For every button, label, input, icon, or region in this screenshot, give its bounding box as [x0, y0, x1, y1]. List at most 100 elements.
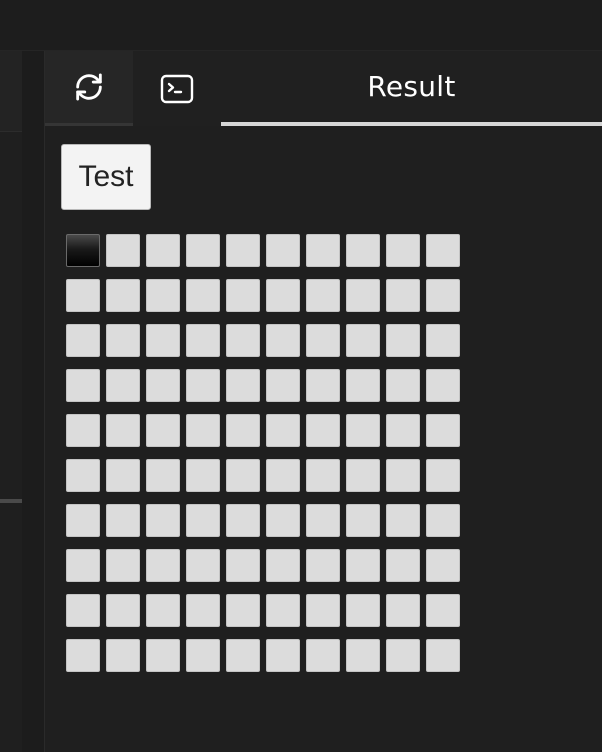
- grid-cell[interactable]: [306, 324, 340, 357]
- grid-cell[interactable]: [186, 459, 220, 492]
- grid-cell[interactable]: [106, 369, 140, 402]
- grid-cell[interactable]: [266, 369, 300, 402]
- grid-cell[interactable]: [66, 459, 100, 492]
- grid-cell[interactable]: [146, 279, 180, 312]
- grid-cell[interactable]: [426, 369, 460, 402]
- grid-cell[interactable]: [386, 504, 420, 537]
- grid-cell[interactable]: [306, 414, 340, 447]
- grid-cell[interactable]: [186, 504, 220, 537]
- grid-cell[interactable]: [306, 594, 340, 627]
- test-button[interactable]: Test: [61, 144, 151, 210]
- grid-cell[interactable]: [66, 324, 100, 357]
- grid-cell[interactable]: [106, 549, 140, 582]
- grid-cell[interactable]: [306, 639, 340, 672]
- grid-cell[interactable]: [426, 639, 460, 672]
- grid-cell[interactable]: [426, 279, 460, 312]
- grid-cell[interactable]: [66, 549, 100, 582]
- grid-cell[interactable]: [266, 459, 300, 492]
- grid-cell[interactable]: [226, 279, 260, 312]
- console-button[interactable]: [133, 51, 221, 126]
- grid-cell[interactable]: [66, 504, 100, 537]
- grid-cell[interactable]: [346, 414, 380, 447]
- grid-cell[interactable]: [146, 324, 180, 357]
- grid-cell[interactable]: [306, 504, 340, 537]
- grid-cell[interactable]: [426, 594, 460, 627]
- grid-cell[interactable]: [266, 504, 300, 537]
- grid-cell[interactable]: [226, 549, 260, 582]
- grid-cell[interactable]: [346, 324, 380, 357]
- grid-cell[interactable]: [426, 504, 460, 537]
- grid-cell[interactable]: [106, 324, 140, 357]
- grid-cell[interactable]: [266, 639, 300, 672]
- grid-cell[interactable]: [346, 279, 380, 312]
- grid-cell[interactable]: [66, 639, 100, 672]
- grid-cell[interactable]: [146, 504, 180, 537]
- grid-cell[interactable]: [346, 459, 380, 492]
- grid-cell[interactable]: [106, 234, 140, 267]
- grid-cell[interactable]: [266, 594, 300, 627]
- grid-cell[interactable]: [386, 414, 420, 447]
- grid-cell[interactable]: [226, 414, 260, 447]
- grid-cell[interactable]: [426, 459, 460, 492]
- grid-cell[interactable]: [146, 594, 180, 627]
- grid-cell[interactable]: [226, 504, 260, 537]
- grid-cell[interactable]: [386, 639, 420, 672]
- grid-cell[interactable]: [346, 234, 380, 267]
- grid-cell[interactable]: [346, 639, 380, 672]
- grid-cell[interactable]: [386, 324, 420, 357]
- grid-cell[interactable]: [226, 369, 260, 402]
- grid-cell[interactable]: [106, 504, 140, 537]
- grid-cell[interactable]: [226, 234, 260, 267]
- grid-cell[interactable]: [186, 369, 220, 402]
- grid-cell[interactable]: [146, 369, 180, 402]
- grid-cell[interactable]: [306, 234, 340, 267]
- grid-cell[interactable]: [66, 594, 100, 627]
- grid-cell[interactable]: [386, 549, 420, 582]
- grid-cell[interactable]: [346, 594, 380, 627]
- grid-cell[interactable]: [146, 234, 180, 267]
- grid-cell[interactable]: [186, 234, 220, 267]
- grid-cell-active[interactable]: [66, 234, 100, 267]
- grid-cell[interactable]: [266, 414, 300, 447]
- grid-cell[interactable]: [66, 414, 100, 447]
- grid-cell[interactable]: [426, 414, 460, 447]
- grid-cell[interactable]: [266, 549, 300, 582]
- grid-cell[interactable]: [66, 279, 100, 312]
- grid-cell[interactable]: [146, 459, 180, 492]
- tab-result[interactable]: Result: [221, 51, 602, 126]
- grid-cell[interactable]: [306, 549, 340, 582]
- grid-cell[interactable]: [386, 279, 420, 312]
- grid-cell[interactable]: [426, 549, 460, 582]
- grid-cell[interactable]: [226, 639, 260, 672]
- grid-cell[interactable]: [186, 639, 220, 672]
- grid-cell[interactable]: [106, 414, 140, 447]
- editor-resize-handle[interactable]: [0, 499, 22, 503]
- grid-cell[interactable]: [386, 369, 420, 402]
- grid-cell[interactable]: [186, 549, 220, 582]
- grid-cell[interactable]: [346, 549, 380, 582]
- grid-cell[interactable]: [186, 279, 220, 312]
- grid-cell[interactable]: [266, 324, 300, 357]
- grid-cell[interactable]: [146, 414, 180, 447]
- grid-cell[interactable]: [186, 414, 220, 447]
- grid-cell[interactable]: [186, 324, 220, 357]
- grid-cell[interactable]: [386, 459, 420, 492]
- grid-cell[interactable]: [346, 369, 380, 402]
- grid-cell[interactable]: [226, 459, 260, 492]
- grid-cell[interactable]: [386, 594, 420, 627]
- grid-cell[interactable]: [146, 549, 180, 582]
- grid-cell[interactable]: [106, 459, 140, 492]
- grid-cell[interactable]: [386, 234, 420, 267]
- grid-cell[interactable]: [106, 279, 140, 312]
- grid-cell[interactable]: [306, 459, 340, 492]
- grid-cell[interactable]: [226, 594, 260, 627]
- grid-cell[interactable]: [186, 594, 220, 627]
- grid-cell[interactable]: [106, 639, 140, 672]
- grid-cell[interactable]: [146, 639, 180, 672]
- grid-cell[interactable]: [426, 234, 460, 267]
- grid-cell[interactable]: [306, 369, 340, 402]
- grid-cell[interactable]: [426, 324, 460, 357]
- grid-cell[interactable]: [66, 369, 100, 402]
- panel-divider[interactable]: [22, 51, 45, 752]
- grid-cell[interactable]: [266, 234, 300, 267]
